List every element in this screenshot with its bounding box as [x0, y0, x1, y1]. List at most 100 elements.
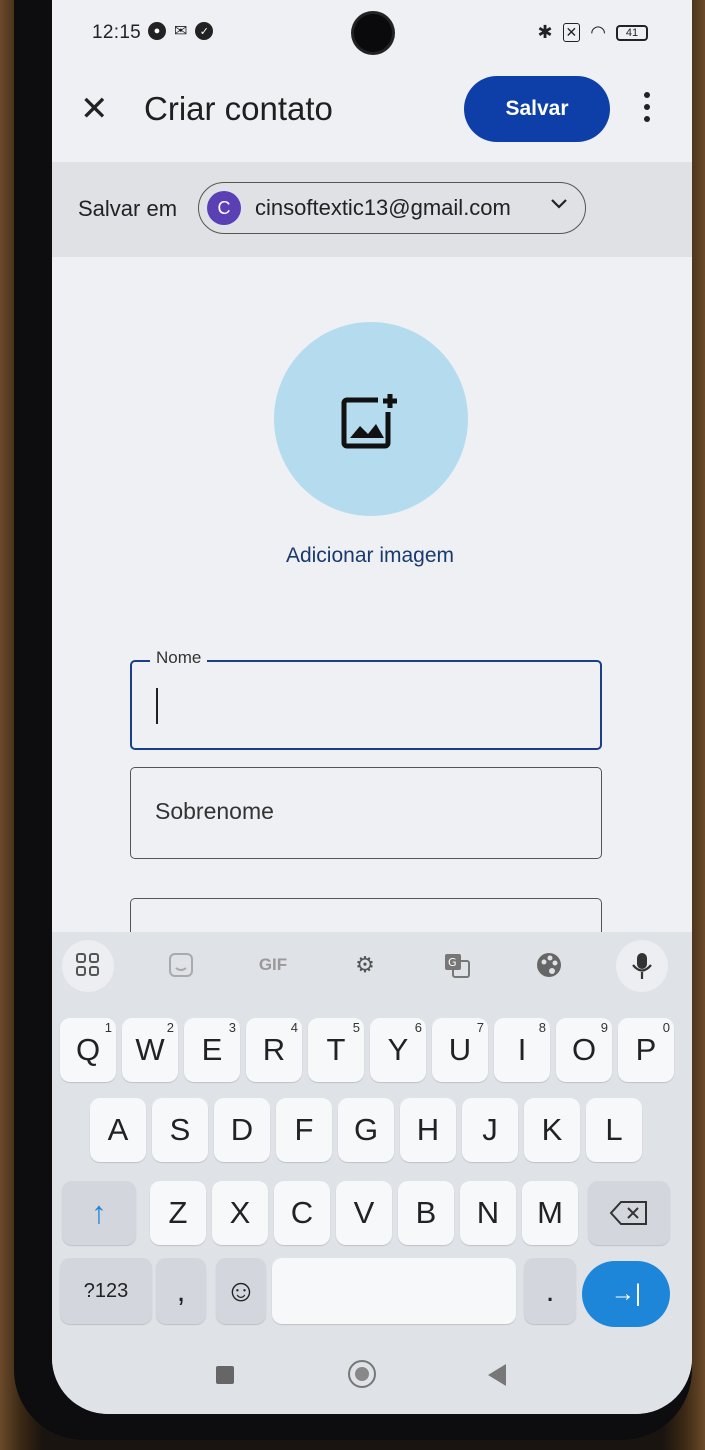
enter-key[interactable]: →| — [582, 1261, 670, 1327]
key-e[interactable]: E3 — [184, 1018, 240, 1082]
key-letter: Y — [387, 1032, 409, 1067]
translate-icon[interactable]: G — [432, 946, 482, 984]
app-notification-icon: ● — [148, 22, 166, 40]
save-in-bar: Salvar em C cinsoftextic13@gmail.com — [52, 162, 692, 257]
key-number-hint: 2 — [166, 1020, 174, 1035]
key-letter: T — [326, 1032, 346, 1067]
key-number-hint: 8 — [538, 1020, 546, 1035]
key-w[interactable]: W2 — [122, 1018, 178, 1082]
key-j[interactable]: J — [462, 1098, 518, 1162]
key-number-hint: 7 — [476, 1020, 484, 1035]
system-icons: ✱ ✕ ◠ 41 — [537, 22, 648, 43]
backspace-key[interactable] — [588, 1181, 670, 1245]
key-h[interactable]: H — [400, 1098, 456, 1162]
key-k[interactable]: K — [524, 1098, 580, 1162]
key-d[interactable]: D — [214, 1098, 270, 1162]
key-q[interactable]: Q1 — [60, 1018, 116, 1082]
front-camera — [354, 14, 392, 52]
key-v[interactable]: V — [336, 1181, 392, 1245]
sticker-icon[interactable] — [156, 946, 206, 984]
svg-text:G: G — [448, 956, 457, 969]
screen: 12:15 ● ✉ ✓ ✱ ✕ ◠ 41 ✕ Criar contato Sal… — [52, 0, 692, 1414]
key-number-hint: 6 — [414, 1020, 422, 1035]
bluetooth-icon: ✱ — [537, 22, 553, 42]
phone-frame: 12:15 ● ✉ ✓ ✱ ✕ ◠ 41 ✕ Criar contato Sal… — [14, 0, 692, 1440]
gmail-icon: ✉ — [174, 23, 188, 40]
period-key[interactable]: . — [524, 1258, 576, 1324]
mic-icon[interactable] — [616, 940, 668, 992]
avatar: C — [207, 191, 241, 225]
key-m[interactable]: M — [522, 1181, 578, 1245]
chevron-down-icon — [549, 195, 569, 216]
key-x[interactable]: X — [212, 1181, 268, 1245]
last-name-placeholder: Sobrenome — [155, 798, 274, 824]
key-t[interactable]: T5 — [308, 1018, 364, 1082]
key-letter: I — [517, 1032, 527, 1067]
add-image-icon — [341, 390, 402, 449]
key-letter: U — [448, 1032, 472, 1067]
key-u[interactable]: U7 — [432, 1018, 488, 1082]
text-cursor — [156, 688, 158, 724]
status-time: 12:15 — [92, 22, 142, 43]
key-letter: R — [262, 1032, 286, 1067]
apps-icon[interactable] — [63, 946, 113, 984]
close-icon[interactable]: ✕ — [80, 92, 109, 126]
key-number-hint: 0 — [662, 1020, 670, 1035]
app-bar: ✕ Criar contato Salvar — [52, 70, 692, 162]
account-selector[interactable]: C cinsoftextic13@gmail.com — [198, 182, 586, 234]
key-number-hint: 4 — [290, 1020, 298, 1035]
key-number-hint: 5 — [352, 1020, 360, 1035]
notification-icons: ● ✉ ✓ — [148, 21, 214, 41]
key-i[interactable]: I8 — [494, 1018, 550, 1082]
palette-icon[interactable] — [524, 946, 574, 984]
key-z[interactable]: Z — [150, 1181, 206, 1245]
symbols-key[interactable]: ?123 — [60, 1258, 152, 1324]
key-b[interactable]: B — [398, 1181, 454, 1245]
key-l[interactable]: L — [586, 1098, 642, 1162]
gear-icon[interactable]: ⚙ — [340, 946, 390, 984]
key-number-hint: 9 — [600, 1020, 608, 1035]
sim-icon: ✕ — [562, 23, 581, 42]
navigation-bar — [52, 1350, 692, 1414]
key-f[interactable]: F — [276, 1098, 332, 1162]
add-image-label[interactable]: Adicionar imagem — [52, 544, 688, 568]
add-photo-button[interactable] — [274, 322, 468, 516]
key-number-hint: 3 — [228, 1020, 236, 1035]
key-o[interactable]: O9 — [556, 1018, 612, 1082]
key-p[interactable]: P0 — [618, 1018, 674, 1082]
comma-key[interactable]: , — [156, 1258, 206, 1324]
key-letter: O — [571, 1032, 597, 1067]
key-g[interactable]: G — [338, 1098, 394, 1162]
key-number-hint: 1 — [104, 1020, 112, 1035]
last-name-field[interactable]: Sobrenome — [130, 767, 602, 859]
key-letter: Q — [75, 1032, 101, 1067]
key-letter: W — [135, 1032, 165, 1067]
key-a[interactable]: A — [90, 1098, 146, 1162]
key-letter: P — [635, 1032, 657, 1067]
key-r[interactable]: R4 — [246, 1018, 302, 1082]
check-icon: ✓ — [195, 22, 214, 40]
emoji-key[interactable]: ☺ — [216, 1258, 266, 1324]
keyboard: GIF ⚙ G Q1W2E3R4T5Y6U7I8O9P0 ASDFGHJKL ↑… — [52, 932, 692, 1414]
space-key[interactable] — [272, 1258, 516, 1324]
first-name-label: Nome — [150, 648, 208, 668]
backspace-icon — [609, 1201, 647, 1225]
key-c[interactable]: C — [274, 1181, 330, 1245]
battery-icon: 41 — [616, 24, 648, 41]
key-y[interactable]: Y6 — [370, 1018, 426, 1082]
recents-button[interactable] — [216, 1366, 234, 1384]
shift-key[interactable]: ↑ — [62, 1181, 136, 1245]
key-s[interactable]: S — [152, 1098, 208, 1162]
save-button[interactable]: Salvar — [464, 76, 610, 142]
account-email: cinsoftextic13@gmail.com — [255, 195, 511, 220]
home-button[interactable] — [348, 1360, 376, 1388]
page-title: Criar contato — [144, 90, 333, 127]
more-options-icon[interactable] — [640, 92, 654, 122]
back-button[interactable] — [488, 1364, 506, 1386]
gif-button[interactable]: GIF — [248, 946, 298, 984]
first-name-field[interactable]: Nome — [130, 648, 602, 750]
save-in-label: Salvar em — [78, 196, 178, 221]
wifi-icon: ◠ — [590, 22, 606, 42]
key-n[interactable]: N — [460, 1181, 516, 1245]
status-bar: 12:15 ● ✉ ✓ ✱ ✕ ◠ 41 — [52, 0, 692, 70]
